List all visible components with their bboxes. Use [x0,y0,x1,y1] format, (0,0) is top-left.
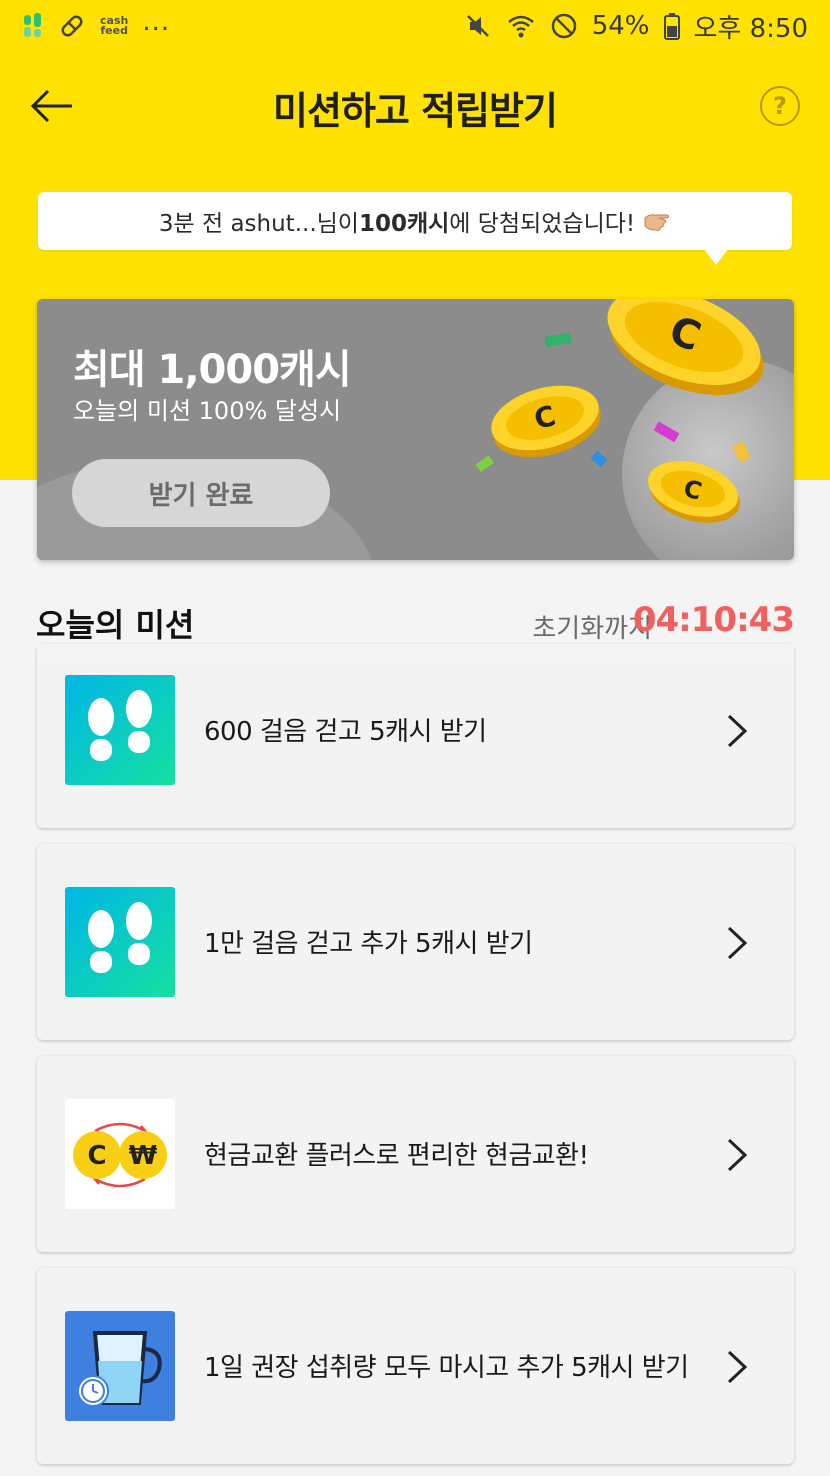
promo-title: 최대 1,000캐시 [73,347,352,393]
battery-icon [663,12,680,40]
chevron-right-icon [727,1138,748,1172]
coin-small-icon: C [648,461,740,523]
app-notification-icon [22,13,44,39]
battery-percent: 54% [591,11,650,41]
today-missions-title: 오늘의 미션 [36,606,195,644]
mission-label: 600 걸음 걷고 5캐시 받기 [204,717,487,747]
pill-icon [58,12,86,40]
winner-notice: 3분 전 ashut...님이 100캐시 에 당첨되었습니다! [38,192,792,250]
footsteps-icon [65,887,175,997]
coin-medium-icon: C [491,385,601,458]
mission-item-600-steps[interactable]: 600 걸음 걷고 5캐시 받기 [37,644,794,828]
svg-text:₩: ₩ [129,1141,158,1171]
status-left: cash feed ... [22,7,170,40]
cashfeed-mini-feed: feed [100,24,128,37]
arrow-left-icon [30,89,72,123]
app-header: 미션하고 적립받기 ? [0,62,830,152]
mission-item-10000-steps[interactable]: 1만 걸음 걷고 추가 5캐시 받기 [37,844,794,1040]
promo-subtitle: 오늘의 미션 100% 달성시 [73,397,342,425]
notice-suffix: 에 당첨되었습니다! [449,211,636,237]
cashfeed-app-icon: cash feed [100,15,128,37]
more-notifications: ... [142,7,171,37]
help-button[interactable]: ? [760,86,800,126]
back-button[interactable] [28,82,76,130]
chevron-right-icon [727,714,748,748]
notice-tail [704,249,728,265]
notice-amount: 100캐시 [358,211,450,237]
claim-complete-button[interactable]: 받기 완료 [72,459,330,527]
do-not-disturb-icon [550,12,578,40]
mission-label: 현금교환 플러스로 편리한 현금교환! [204,1141,589,1171]
cash-exchange-icon: C ₩ [65,1099,175,1209]
chevron-right-icon [727,926,748,960]
svg-text:C: C [87,1141,106,1171]
mute-icon [464,12,492,40]
pointing-hand-icon [643,210,671,232]
page-title: 미션하고 적립받기 [273,88,558,133]
status-right: 54% 오후 8:50 [464,8,808,45]
mission-item-water-intake[interactable]: 1일 권장 섭취량 모두 마시고 추가 5캐시 받기 [37,1268,794,1464]
wifi-icon [506,12,536,40]
mission-label: 1일 권장 섭취량 모두 마시고 추가 5캐시 받기 [204,1353,689,1383]
reset-countdown: 04:10:43 [632,600,795,640]
footsteps-icon [65,675,175,785]
water-cup-icon [65,1311,175,1421]
coin-large-icon: C [607,299,764,396]
question-mark-icon: ? [773,92,787,120]
mission-item-cash-exchange[interactable]: C ₩ 현금교환 플러스로 편리한 현금교환! [37,1056,794,1252]
reward-promo-card: 최대 1,000캐시 오늘의 미션 100% 달성시 받기 완료 C C C [37,299,794,560]
status-bar: cash feed ... 54% 오후 8:50 [0,0,830,52]
mission-label: 1만 걸음 걷고 추가 5캐시 받기 [204,929,533,959]
chevron-right-icon [727,1350,748,1384]
clock: 오후 8:50 [693,13,809,44]
notice-prefix: 3분 전 ashut...님이 [158,211,359,237]
